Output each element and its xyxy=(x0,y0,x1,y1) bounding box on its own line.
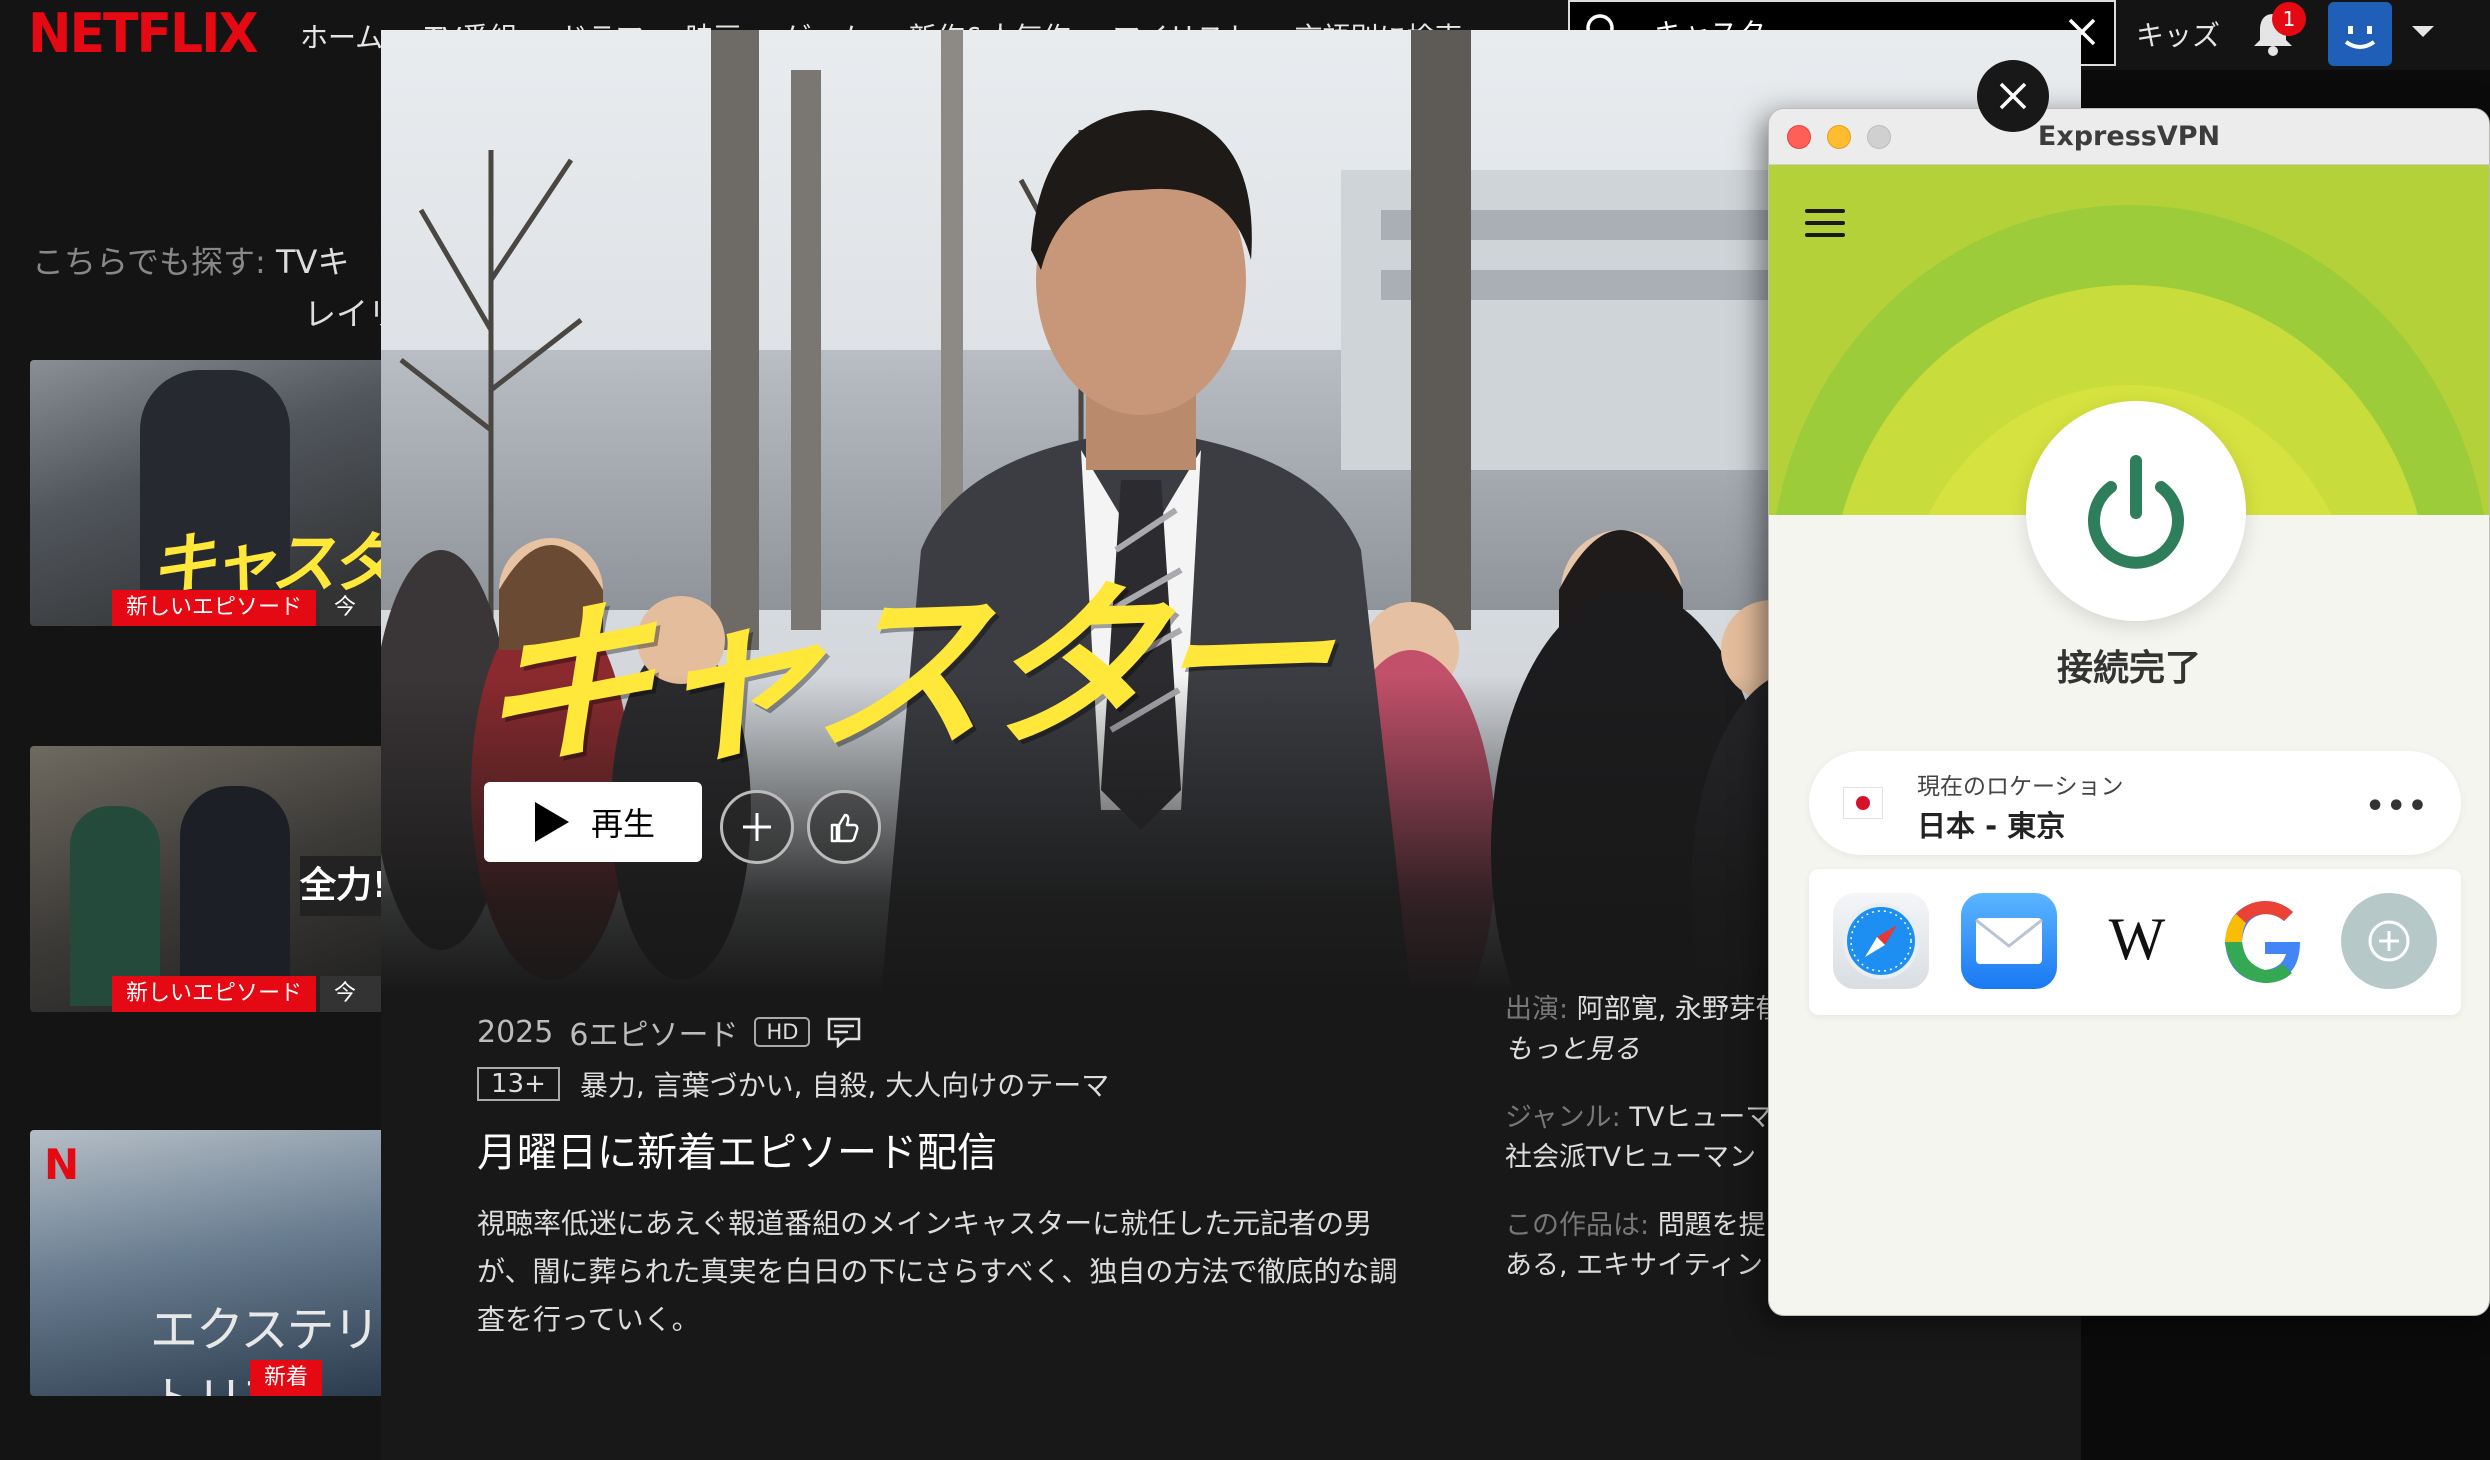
explore-link-1[interactable]: TVキ xyxy=(276,243,349,281)
window-titlebar[interactable]: ExpressVPN xyxy=(1769,109,2489,165)
title-card[interactable]: N エクステリトリアル 新着 xyxy=(30,1130,390,1396)
cast-value[interactable]: 阿部寛, 永野芽郁 xyxy=(1577,994,1783,1025)
power-icon xyxy=(2088,455,2184,569)
plus-icon xyxy=(743,813,771,841)
synopsis: 視聴率低迷にあえぐ報道番組のメインキャスターに就任した元記者の男が、闇に葬られた… xyxy=(477,1207,1398,1336)
episode-count: 6エピソード xyxy=(569,1018,739,1053)
safari-icon[interactable] xyxy=(1833,893,1929,989)
connection-status: 接続完了 xyxy=(2056,648,2201,689)
genre-value[interactable]: TVヒューマ xyxy=(1629,1102,1772,1133)
show-title-logo: キャスター xyxy=(466,556,1332,791)
watch-now-badge: 今すぐ xyxy=(320,590,390,626)
svg-text:W: W xyxy=(2109,911,2166,971)
close-icon xyxy=(1999,82,2027,110)
explore-also: こちらでも探す: TVキ レイリ xyxy=(32,236,400,340)
add-to-list-button[interactable] xyxy=(720,790,794,864)
content-warnings: 暴力, 言葉づかい, 自殺, 大人向けのテーマ xyxy=(579,1069,1110,1102)
maturity-rating: 13+ xyxy=(477,1067,560,1101)
subtitles-icon xyxy=(828,1017,861,1048)
release-year: 2025 xyxy=(477,1014,554,1050)
location-value: 日本 - 東京 xyxy=(1917,809,2066,843)
explore-label: こちらでも探す: xyxy=(32,243,266,281)
hd-badge: HD xyxy=(754,1017,811,1047)
notifications-button[interactable]: 1 xyxy=(2248,2,2306,58)
location-label: 現在のロケーション xyxy=(1917,774,2124,800)
genre-label: ジャンル: xyxy=(1505,1102,1621,1133)
kids-link[interactable]: キッズ xyxy=(2136,14,2220,54)
notification-badge: 1 xyxy=(2272,2,2306,36)
avatar-face-icon xyxy=(2344,26,2376,49)
expressvpn-window: ExpressVPN 接続完了 現在のロケーション 日本 - 東京 ••• W xyxy=(1768,108,2490,1316)
nav-home[interactable]: ホーム xyxy=(300,16,383,56)
episode-tagline: 月曜日に新着エピソード配信 xyxy=(477,1130,997,1176)
location-selector[interactable]: 現在のロケーション 日本 - 東京 ••• xyxy=(1809,751,2461,855)
close-modal-button[interactable] xyxy=(1977,60,2049,132)
watch-now-badge: 今すぐ xyxy=(320,976,390,1012)
play-button[interactable]: 再生 xyxy=(484,782,702,862)
window-title: ExpressVPN xyxy=(2037,121,2221,152)
cast-label: 出演: xyxy=(1505,994,1569,1025)
mood-label: この作品は: xyxy=(1505,1210,1650,1241)
profile-caret-icon[interactable] xyxy=(2412,26,2434,37)
wikipedia-icon[interactable]: W xyxy=(2089,893,2185,989)
play-icon xyxy=(534,802,569,842)
more-options-icon[interactable]: ••• xyxy=(2365,789,2429,824)
netflix-logo[interactable]: NETFLIX xyxy=(28,3,259,66)
power-button[interactable] xyxy=(2026,401,2246,621)
play-label: 再生 xyxy=(590,805,655,843)
profile-avatar[interactable] xyxy=(2328,2,2392,66)
shortcuts-bar: W xyxy=(1809,869,2461,1015)
hamburger-menu-icon[interactable] xyxy=(1805,209,1845,239)
new-badge: 新着 xyxy=(250,1360,323,1396)
google-icon[interactable] xyxy=(2217,893,2313,989)
mail-icon[interactable] xyxy=(1961,893,2057,989)
rate-button[interactable] xyxy=(807,790,881,864)
new-episode-badge: 新しいエピソード xyxy=(112,590,317,626)
new-episode-badge: 新しいエピソード xyxy=(112,976,317,1012)
title-metadata: 2025 6エピソード HD 13+ 暴力, 言葉づかい, 自殺, 大人向けのテ… xyxy=(477,1010,1109,1104)
netflix-n-icon: N xyxy=(44,1140,80,1189)
title-card[interactable]: キャスター 新しいエピソード 今すぐ xyxy=(30,360,390,626)
title-card[interactable]: 全力! 新しいエピソード 今すぐ xyxy=(30,746,390,1012)
japan-flag-icon xyxy=(1843,787,1883,819)
thumbs-up-icon xyxy=(830,813,859,843)
mood-value: 問題を提 xyxy=(1657,1210,1766,1241)
add-shortcut-icon[interactable] xyxy=(2341,893,2437,989)
